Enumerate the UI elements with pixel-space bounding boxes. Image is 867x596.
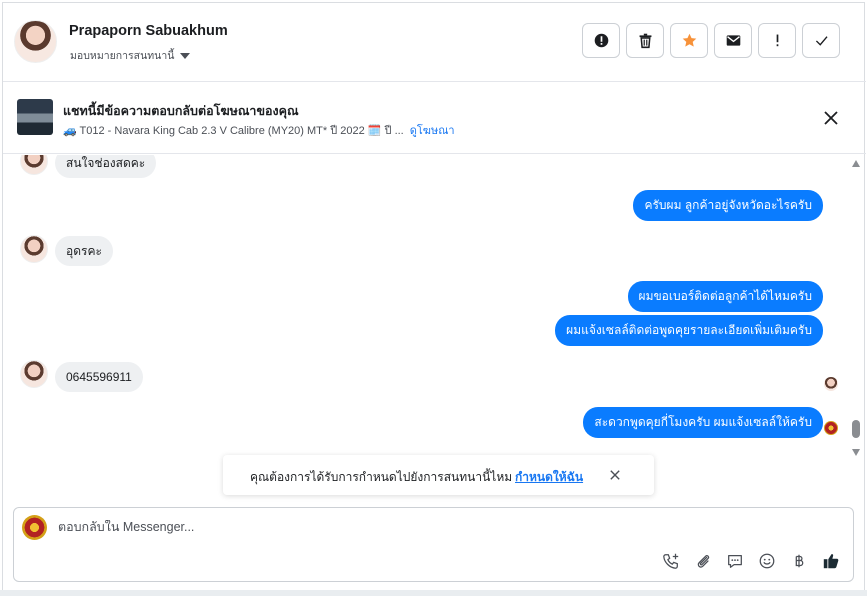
ad-banner-title: แชทนี้มีข้อความตอบกลับต่อโฆษณาของคุณ: [63, 104, 299, 118]
conversation-header: Prapaporn Sabuakhum มอบหมายการสนทนานี้: [3, 3, 866, 82]
assign-label: มอบหมายการสนทนานี้: [70, 50, 175, 62]
assign-dropdown[interactable]: มอบหมายการสนทนานี้: [70, 47, 191, 64]
incoming-message[interactable]: อุดรคะ: [55, 236, 113, 266]
page-avatar: [22, 515, 47, 540]
thumbs-up-icon: [823, 554, 839, 569]
alert-circle-icon: [594, 33, 608, 48]
window-bottom-edge: [0, 590, 867, 596]
baht-icon: [795, 554, 804, 568]
scroll-up-arrow-icon[interactable]: [852, 160, 860, 167]
ad-banner-subtitle: 🚙 T012 - Navara King Cab 2.3 V Calibre (…: [63, 121, 455, 139]
contact-avatar-small: [20, 360, 48, 388]
caret-down-icon: [180, 52, 191, 59]
emoji-icon: [759, 553, 775, 569]
ad-reply-banner: แชทนี้มีข้อความตอบกลับต่อโฆษณาของคุณ 🚙 T…: [3, 83, 866, 154]
composer-toolbar: [662, 552, 840, 570]
assign-to-me-link[interactable]: กำหนดให้ฉัน: [515, 468, 583, 487]
delete-button[interactable]: [626, 23, 664, 58]
page-read-avatar: [824, 421, 838, 435]
contact-avatar-small: [20, 235, 48, 263]
like-button[interactable]: [822, 552, 840, 570]
phone-add-icon: [663, 553, 679, 569]
chat-bubble-icon: [728, 554, 742, 568]
follow-up-button[interactable]: [670, 23, 708, 58]
outgoing-message[interactable]: ผมแจ้งเซลล์ติดต่อพูดคุยรายละเอียดเพิ่มเต…: [555, 315, 823, 346]
outgoing-message[interactable]: ผมขอเบอร์ติดต่อลูกค้าได้ไหมครับ: [627, 281, 823, 312]
paperclip-icon: [697, 554, 710, 568]
close-icon[interactable]: [821, 108, 841, 128]
message-list[interactable]: สนใจช่องสดคะ ครับผม ลูกค้าอยู่จังหวัดอะไ…: [3, 155, 866, 505]
contact-name[interactable]: Prapaporn Sabuakhum: [69, 23, 228, 39]
conversation-panel: Prapaporn Sabuakhum มอบหมายการสนทนานี้ แ…: [2, 2, 866, 592]
scroll-down-arrow-icon[interactable]: [852, 449, 860, 456]
contact-avatar[interactable]: [14, 20, 57, 63]
seen-indicator-avatar: [824, 377, 838, 391]
priority-button[interactable]: [758, 23, 796, 58]
reply-composer: [13, 507, 854, 582]
view-ad-link[interactable]: ดูโฆษณา: [410, 121, 455, 139]
reply-input[interactable]: [58, 520, 658, 534]
chat-scrollbar[interactable]: [849, 155, 863, 505]
outgoing-message[interactable]: สะดวกพูดคุยกี่โมงครับ ผมแจ้งเซลล์ให้ครับ: [583, 407, 823, 438]
incoming-message[interactable]: สนใจช่องสดคะ: [55, 155, 157, 178]
star-icon: [682, 33, 696, 47]
trash-icon: [639, 33, 651, 49]
incoming-message[interactable]: 0645596911: [55, 362, 143, 392]
ad-description: 🚙 T012 - Navara King Cab 2.3 V Calibre (…: [63, 125, 404, 137]
close-icon[interactable]: [608, 468, 622, 482]
scroll-thumb[interactable]: [852, 420, 860, 438]
saved-replies-button[interactable]: [726, 552, 744, 570]
attach-button[interactable]: [694, 552, 712, 570]
payment-button[interactable]: [790, 552, 808, 570]
mark-done-button[interactable]: [802, 23, 840, 58]
emoji-button[interactable]: [758, 552, 776, 570]
exclamation-icon: [776, 34, 778, 47]
assign-prompt-text: คุณต้องการได้รับการกำหนดไปยังการสนทนานี้…: [250, 470, 513, 484]
ad-thumbnail[interactable]: [17, 99, 53, 135]
outgoing-message[interactable]: ครับผม ลูกค้าอยู่จังหวัดอะไรครับ: [633, 190, 823, 221]
mark-unread-button[interactable]: [714, 23, 752, 58]
call-button[interactable]: [662, 552, 680, 570]
mark-spam-button[interactable]: [582, 23, 620, 58]
assign-prompt-toast: คุณต้องการได้รับการกำหนดไปยังการสนทนานี้…: [223, 455, 654, 495]
header-actions: [582, 23, 840, 58]
checkmark-icon: [815, 36, 828, 46]
contact-avatar-small: [20, 155, 48, 175]
envelope-icon: [726, 35, 740, 46]
